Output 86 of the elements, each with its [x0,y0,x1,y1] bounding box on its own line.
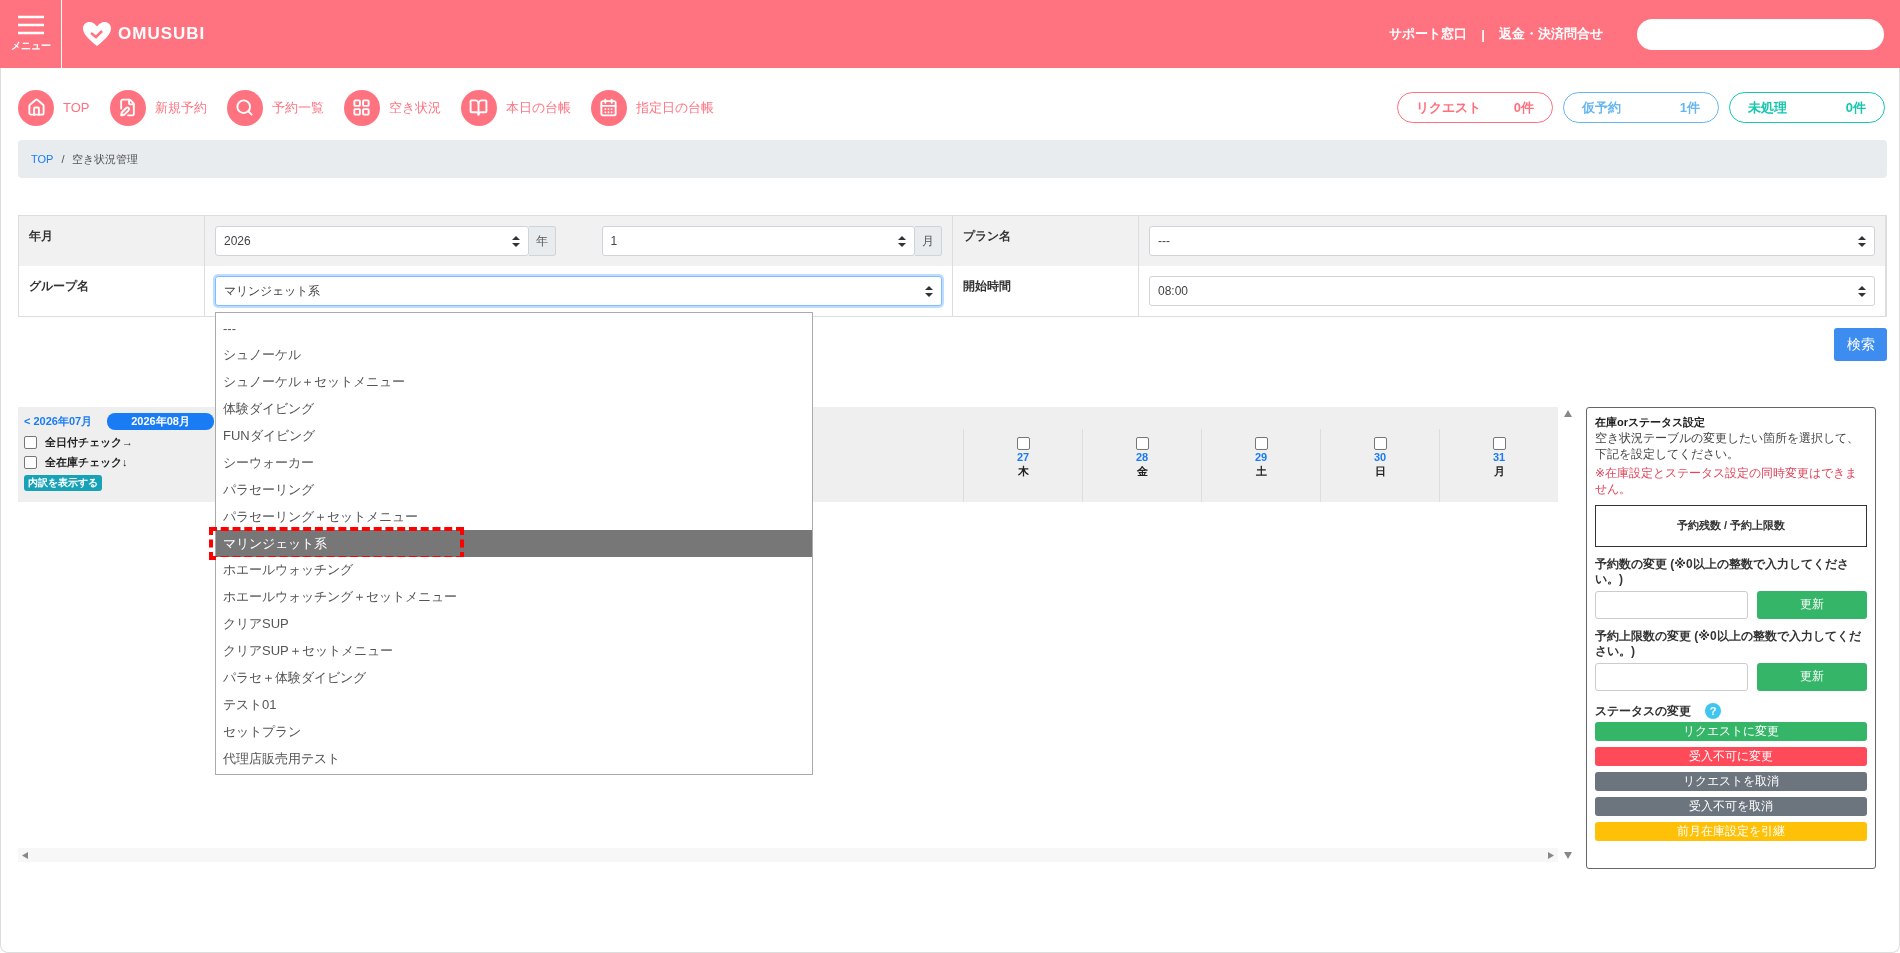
day-date: 28 [1135,451,1149,463]
document-pen-icon [109,89,146,126]
day-date: 30 [1373,451,1387,463]
day-weekday: 月 [1493,464,1505,479]
horizontal-scrollbar[interactable] [18,848,1558,862]
menu-icon [17,15,44,35]
breadcrumb-current: 空き状況管理 [72,151,139,167]
panel-note: ※在庫設定とステータス設定の同時変更はできません。 [1595,466,1859,498]
day-weekday: 金 [1136,464,1148,479]
prev-month-link[interactable]: < 2026年07月 [24,414,93,429]
menu-button[interactable]: メニュー [0,0,62,68]
day-date: 29 [1254,451,1268,463]
link-separator: | [1481,26,1485,42]
counter-label: 仮予約 [1582,98,1621,117]
form-label: プラン名 [953,216,1139,266]
time-select[interactable]: 08:00 [1149,276,1875,306]
counter-count: 0件 [1845,98,1866,117]
day-checkbox[interactable] [1492,437,1506,450]
day-date: 27 [1016,451,1030,463]
search-button[interactable]: 検索 [1834,328,1887,361]
status-button[interactable]: リクエストに変更 [1595,721,1867,741]
legend-box: 予約残数 / 予約上限数 [1595,504,1867,547]
update-button[interactable]: 更新 [1757,662,1867,691]
search-field[interactable] [1637,18,1884,50]
search-icon [226,89,263,126]
month-unit: 月 [915,226,942,256]
day-checkbox[interactable] [1135,437,1149,450]
home-icon [18,89,54,126]
counter-count: 1件 [1679,98,1700,117]
logo-text: OMUSUBI [118,24,206,44]
breadcrumb-link[interactable]: TOP [31,153,54,165]
current-month: 2026年08月 [107,413,214,430]
day-checkbox[interactable] [1373,437,1387,450]
scroll-right-icon[interactable] [1546,851,1554,859]
nav-link[interactable]: TOP [18,89,90,126]
day-weekday: 木 [1017,464,1029,479]
select-caret-icon [1858,235,1866,247]
nav-link[interactable]: 指定日の台帳 [590,89,714,126]
counter-label: 未処理 [1748,98,1787,117]
checkbox[interactable] [24,436,37,449]
month-select[interactable]: 1 [601,226,915,256]
plan-select[interactable]: --- [1149,226,1875,256]
status-button[interactable]: 受入不可に変更 [1595,746,1867,766]
select-caret-icon [511,235,520,247]
scroll-down-icon[interactable] [1564,852,1572,859]
day-date: 31 [1492,451,1506,463]
nav-link[interactable]: 新規予約 [109,89,207,126]
heart-logo-icon [82,21,112,47]
year-unit: 年 [528,226,556,256]
day-checkbox[interactable] [1254,437,1268,450]
scroll-left-icon[interactable] [22,851,30,859]
book-icon [460,89,497,126]
select-caret-icon [898,235,906,247]
breakdown-button[interactable]: 内訳を表示する [24,475,102,491]
status-button[interactable]: リクエストを取消 [1595,771,1867,791]
scroll-up-icon[interactable] [1564,410,1572,417]
counter-label: リクエスト [1416,98,1481,117]
header-link[interactable]: 返金・決済問合せ [1499,25,1603,43]
grid-icon [343,89,380,126]
panel-description: 空き状況テーブルの変更したい箇所を選択して、下記を設定してください。 [1595,430,1860,463]
form-label: 年月 [19,216,205,266]
nav-link[interactable]: 空き状況 [343,89,441,126]
calendar-icon [590,89,627,126]
select-caret-icon [1858,285,1866,297]
header-link[interactable]: サポート窓口 [1389,25,1468,43]
day-checkbox[interactable] [1016,437,1030,450]
status-button[interactable]: 受入不可を取消 [1595,796,1867,816]
update-button[interactable]: 更新 [1757,590,1867,619]
field-label: 予約数の変更 (※0以上の整数で入力してください。) [1595,556,1850,588]
breadcrumb-separator: / [61,153,65,165]
checkbox-label: 全日付チェック→ [45,435,133,450]
checkbox[interactable] [24,456,37,469]
day-weekday: 日 [1374,464,1386,479]
checkbox-label: 全在庫チェック↓ [45,455,128,470]
day-weekday: 土 [1255,464,1267,479]
input-field[interactable] [1595,662,1748,691]
year-select[interactable]: 2026 [215,226,529,256]
field-label: 予約上限数の変更 (※0以上の整数で入力してください。) [1595,628,1862,660]
input-field[interactable] [1595,590,1748,619]
group-select[interactable]: マリンジェット系 [215,276,942,306]
nav-link[interactable]: 予約一覧 [226,89,324,126]
select-caret-icon [925,285,933,297]
nav-link[interactable]: 本日の台帳 [460,89,571,126]
panel-title: 在庫orステータス設定 [1595,415,1706,430]
counter-count: 0件 [1513,98,1534,117]
status-label: ステータスの変更 [1595,702,1691,720]
